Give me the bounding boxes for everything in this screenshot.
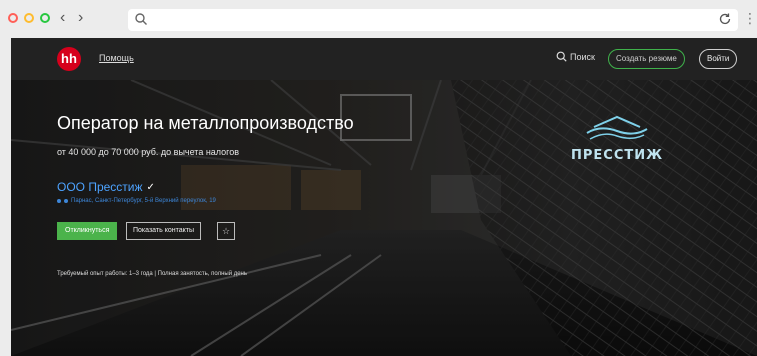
respond-button[interactable]: Откликнуться bbox=[57, 222, 118, 240]
vacancy-address[interactable]: Парнас, Санкт-Петербург, 5-й Верхний пер… bbox=[57, 198, 216, 204]
browser-chrome: ‹ › ⋮ bbox=[0, 0, 757, 38]
maximize-window-button[interactable] bbox=[40, 13, 50, 23]
site-header: hh Помощь Поиск Создать резюме Войти bbox=[11, 38, 757, 80]
experience-info: Требуемый опыт работы: 1–3 года | Полная… bbox=[57, 271, 247, 277]
brand-wave-icon bbox=[586, 115, 648, 140]
brand-name: ПРЕССТИЖ bbox=[571, 148, 664, 163]
location-icon bbox=[64, 199, 68, 203]
search-label: Поиск bbox=[570, 51, 595, 62]
vacancy-hero: Оператор на металлопроизводство от 40 00… bbox=[11, 80, 757, 356]
verified-check-icon: ✓ bbox=[146, 181, 155, 193]
search-icon bbox=[135, 13, 147, 25]
metro-icon bbox=[57, 199, 61, 203]
login-button[interactable]: Войти bbox=[699, 49, 738, 69]
forward-icon[interactable]: › bbox=[78, 9, 83, 27]
vacancy-salary: от 40 000 до 70 000 руб. до вычета налог… bbox=[57, 147, 240, 157]
header-search-button[interactable]: Поиск bbox=[556, 51, 595, 62]
help-link[interactable]: Помощь bbox=[99, 53, 134, 63]
company-name: ООО Пресстиж bbox=[57, 180, 143, 194]
close-window-button[interactable] bbox=[8, 13, 18, 23]
browser-menu-icon[interactable]: ⋮ bbox=[743, 10, 757, 27]
reload-icon[interactable] bbox=[718, 12, 732, 26]
minimize-window-button[interactable] bbox=[24, 13, 34, 23]
website-viewport: hh Помощь Поиск Создать резюме Войти Опе… bbox=[11, 38, 757, 356]
company-brand-logo: ПРЕССТИЖ bbox=[571, 115, 663, 163]
create-resume-button[interactable]: Создать резюме bbox=[608, 49, 685, 69]
vacancy-title: Оператор на металлопроизводство bbox=[57, 113, 354, 133]
company-link[interactable]: ООО Пресстиж ✓ bbox=[57, 180, 155, 194]
hh-logo[interactable]: hh bbox=[57, 47, 81, 71]
search-icon bbox=[556, 51, 567, 62]
back-icon[interactable]: ‹ bbox=[60, 9, 65, 27]
address-text: Парнас, Санкт-Петербург, 5-й Верхний пер… bbox=[71, 198, 216, 204]
favorite-star-icon[interactable]: ☆ bbox=[217, 222, 235, 240]
show-contacts-button[interactable]: Показать контакты bbox=[126, 222, 202, 240]
address-bar[interactable] bbox=[128, 9, 738, 31]
